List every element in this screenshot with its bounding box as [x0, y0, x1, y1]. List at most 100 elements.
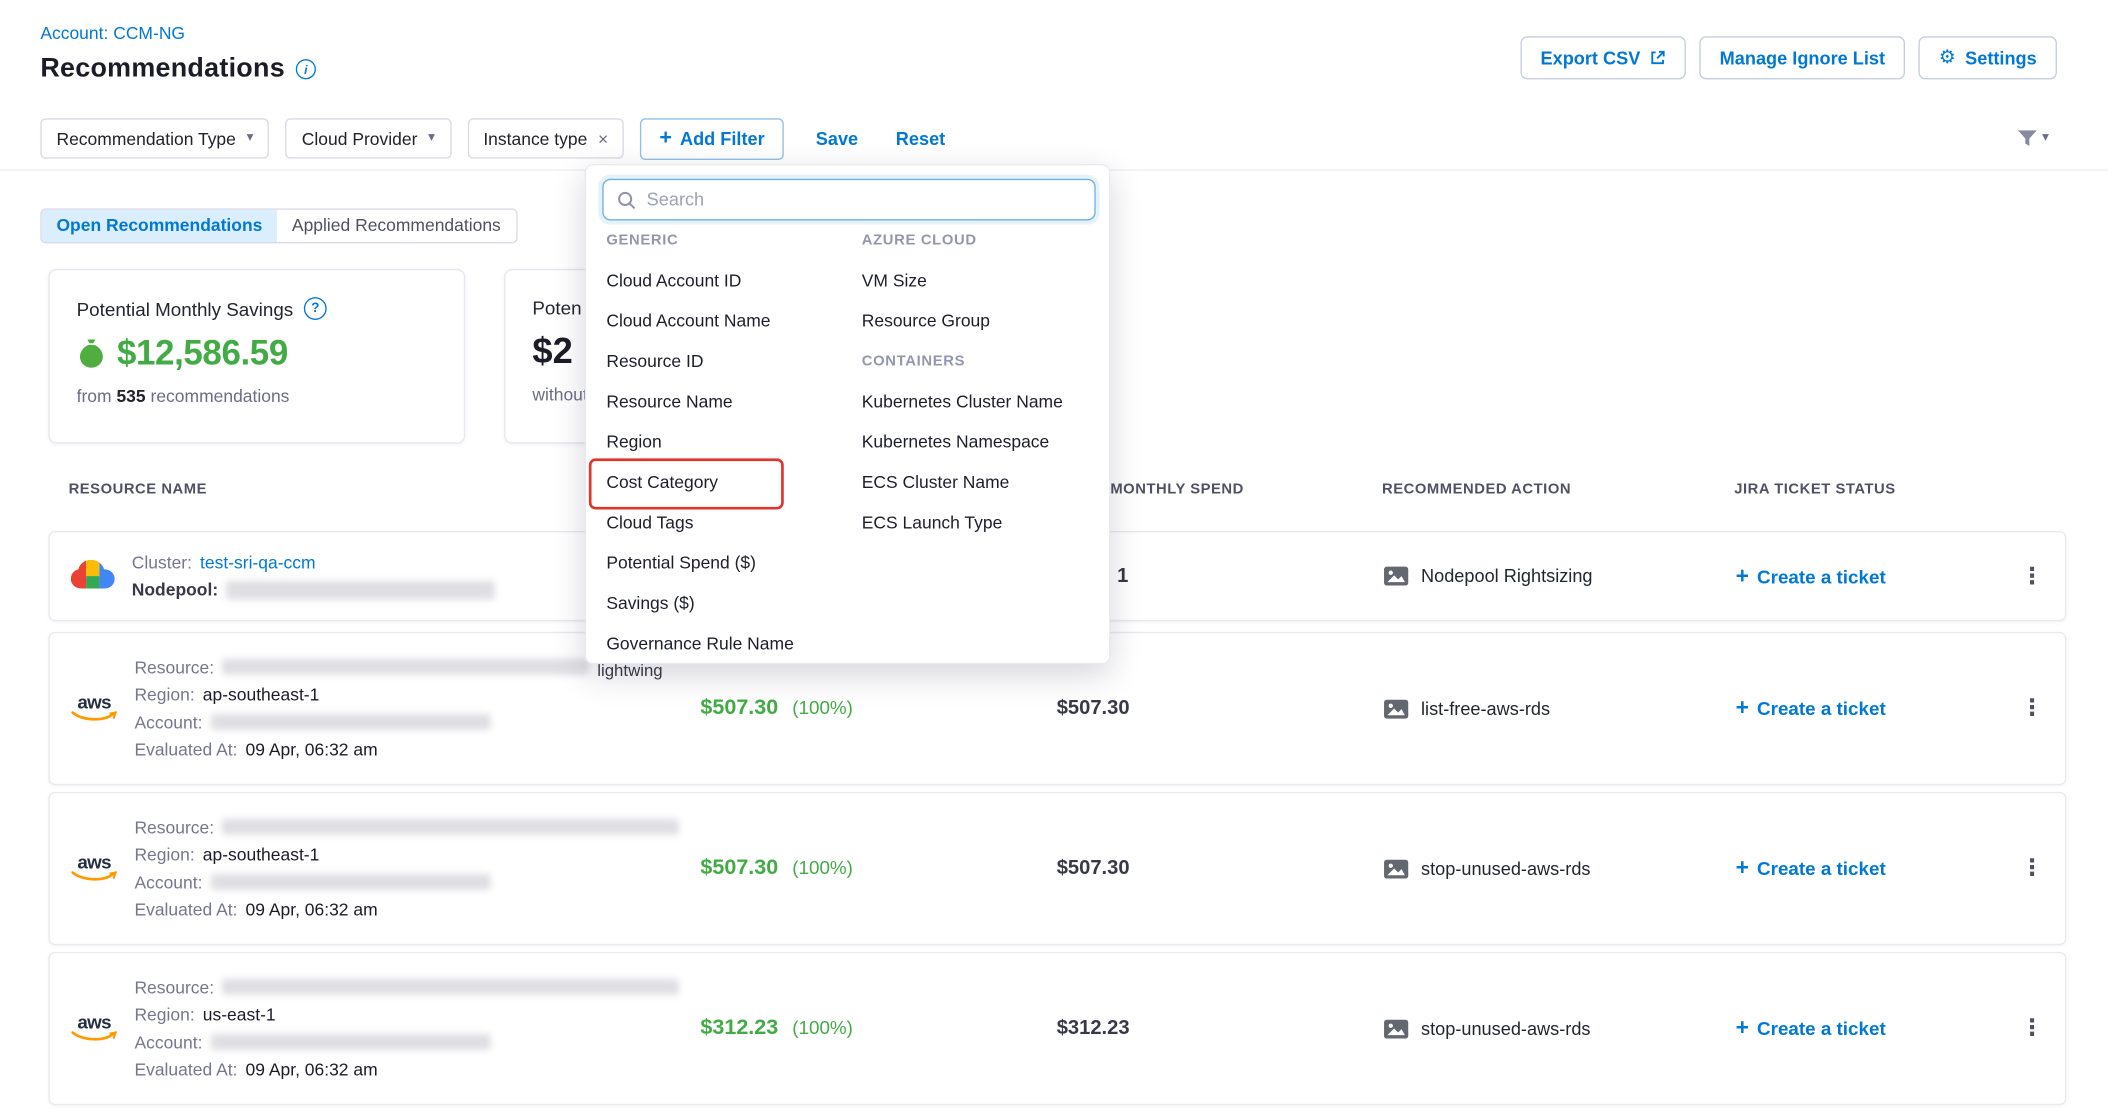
- region-value: us-east-1: [203, 1005, 276, 1025]
- filter-option-kubernetes-namespace[interactable]: Kubernetes Namespace: [862, 422, 1104, 462]
- evaluated-at-label: Evaluated At:: [134, 740, 237, 760]
- filter-option-governance-rule-name[interactable]: Governance Rule Name: [606, 624, 861, 664]
- spend-value: $507.30: [1057, 696, 1130, 719]
- savings-percent: (100%): [792, 856, 853, 878]
- create-ticket-button[interactable]: + Create a ticket: [1736, 695, 2005, 722]
- filter-section-azure-cloud: AZURE CLOUD: [862, 220, 1104, 260]
- filter-option-cloud-tags[interactable]: Cloud Tags: [606, 503, 861, 543]
- aws-icon: aws: [70, 854, 118, 884]
- filter-option-region[interactable]: Region: [606, 422, 861, 462]
- filter-section-containers: CONTAINERS: [862, 341, 1104, 381]
- settings-button[interactable]: ⚙ Settings: [1919, 36, 2057, 79]
- chevron-down-icon: ▾: [247, 132, 254, 145]
- savings-percent: (100%): [792, 1016, 853, 1038]
- spend-value-fragment: 1: [1117, 564, 1128, 587]
- chip-label: Cloud Provider: [302, 128, 418, 148]
- export-csv-label: Export CSV: [1540, 48, 1640, 68]
- plus-icon: +: [1736, 563, 1749, 590]
- row-menu-icon[interactable]: ⋮: [2021, 855, 2044, 882]
- filter-chip-recommendation-type[interactable]: Recommendation Type ▾: [40, 118, 269, 158]
- redacted-value: [222, 979, 679, 995]
- account-label: Account:: [134, 1032, 202, 1052]
- account-label: Account:: [134, 712, 202, 732]
- money-bag-icon: [77, 337, 107, 369]
- filter-option-cloud-account-id[interactable]: Cloud Account ID: [606, 261, 861, 301]
- manage-ignore-list-button[interactable]: Manage Ignore List: [1699, 36, 1905, 79]
- create-ticket-button[interactable]: + Create a ticket: [1736, 855, 2005, 882]
- search-input[interactable]: [647, 190, 1081, 210]
- create-ticket-label: Create a ticket: [1757, 858, 1886, 880]
- header-actions: Export CSV Manage Ignore List ⚙ Settings: [1520, 36, 2057, 79]
- spend-value: $312.23: [1057, 1016, 1130, 1039]
- redacted-value: [222, 819, 679, 835]
- filter-panel-toggle[interactable]: ▾: [2017, 129, 2049, 148]
- redacted-value: [211, 714, 491, 730]
- savings-value: $312.23: [700, 1016, 778, 1039]
- create-ticket-label: Create a ticket: [1757, 698, 1886, 720]
- filter-option-cloud-account-name[interactable]: Cloud Account Name: [606, 301, 861, 341]
- filter-option-cost-category[interactable]: Cost Category: [606, 462, 861, 502]
- chip-label: Recommendation Type: [56, 128, 235, 148]
- action-image-icon: [1383, 1018, 1409, 1038]
- search-box[interactable]: [602, 179, 1095, 221]
- row-menu-icon[interactable]: ⋮: [2021, 1015, 2044, 1042]
- help-icon[interactable]: ?: [304, 297, 327, 320]
- plus-icon: +: [1736, 695, 1749, 722]
- col-header-jira-ticket-status: JIRA TICKET STATUS: [1714, 481, 2003, 497]
- reset-filter-button[interactable]: Reset: [896, 128, 945, 148]
- spend-card-title: Poten: [532, 297, 581, 319]
- recommendations-tabs: Open Recommendations Applied Recommendat…: [40, 208, 517, 243]
- savings-value: $507.30: [700, 696, 778, 719]
- evaluated-at-value: 09 Apr, 06:32 am: [246, 900, 378, 920]
- region-value: ap-southeast-1: [203, 845, 320, 865]
- filter-chip-cloud-provider[interactable]: Cloud Provider ▾: [286, 118, 451, 158]
- filter-option-potential-spend[interactable]: Potential Spend ($): [606, 543, 861, 583]
- filter-option-savings[interactable]: Savings ($): [606, 583, 861, 623]
- page-title-row: Recommendations i: [40, 54, 316, 85]
- table-row[interactable]: aws Resource: Region: ap-southeast-1 Acc…: [48, 792, 2066, 945]
- filter-option-vm-size[interactable]: VM Size: [862, 261, 1104, 301]
- redacted-value: [211, 1034, 491, 1050]
- plus-icon: +: [659, 126, 672, 150]
- save-filter-button[interactable]: Save: [816, 128, 858, 148]
- plus-icon: +: [1736, 855, 1749, 882]
- create-ticket-button[interactable]: + Create a ticket: [1736, 563, 2005, 590]
- create-ticket-label: Create a ticket: [1757, 565, 1886, 587]
- cluster-label: Cluster:: [132, 552, 192, 572]
- export-csv-button[interactable]: Export CSV: [1520, 36, 1686, 79]
- add-filter-label: Add Filter: [680, 128, 765, 148]
- account-breadcrumb-link[interactable]: Account: CCM-NG: [40, 23, 185, 43]
- filter-option-resource-group[interactable]: Resource Group: [862, 301, 1104, 341]
- savings-percent: (100%): [792, 696, 853, 718]
- nodepool-label: Nodepool:: [132, 580, 218, 600]
- recommendations-page: Account: CCM-NG Recommendations i Export…: [0, 0, 2108, 1114]
- row-menu-icon[interactable]: ⋮: [2021, 563, 2044, 590]
- evaluated-at-value: 09 Apr, 06:32 am: [246, 1060, 378, 1080]
- filter-option-resource-id[interactable]: Resource ID: [606, 341, 861, 381]
- resource-name-tail: lightwing: [597, 662, 662, 681]
- manage-ignore-list-label: Manage Ignore List: [1720, 48, 1885, 68]
- add-filter-button[interactable]: + Add Filter: [641, 118, 784, 160]
- external-link-icon: [1650, 50, 1666, 66]
- row-menu-icon[interactable]: ⋮: [2021, 695, 2044, 722]
- info-icon: i: [296, 59, 316, 79]
- filter-chip-instance-type[interactable]: Instance type ×: [467, 118, 624, 158]
- close-icon[interactable]: ×: [598, 130, 608, 147]
- search-icon: [617, 190, 636, 209]
- spend-value: $507.30: [1057, 856, 1130, 879]
- cluster-name-link[interactable]: test-sri-qa-ccm: [200, 552, 316, 572]
- filter-option-kubernetes-cluster-name[interactable]: Kubernetes Cluster Name: [862, 382, 1104, 422]
- savings-card-title: Potential Monthly Savings: [77, 298, 294, 320]
- table-row[interactable]: aws Resource: Region: us-east-1 Account:…: [48, 952, 2066, 1105]
- filter-option-resource-name[interactable]: Resource Name: [606, 382, 861, 422]
- region-label: Region:: [134, 1005, 194, 1025]
- filter-option-ecs-launch-type[interactable]: ECS Launch Type: [862, 503, 1104, 543]
- tab-open-recommendations[interactable]: Open Recommendations: [42, 210, 277, 242]
- gear-icon: ⚙: [1939, 48, 1956, 67]
- filter-option-ecs-cluster-name[interactable]: ECS Cluster Name: [862, 462, 1104, 502]
- chevron-down-icon: ▾: [428, 132, 435, 145]
- recommended-action-text: Nodepool Rightsizing: [1421, 566, 1593, 586]
- create-ticket-button[interactable]: + Create a ticket: [1736, 1015, 2005, 1042]
- filter-section-generic: GENERIC: [606, 220, 861, 260]
- tab-applied-recommendations[interactable]: Applied Recommendations: [277, 210, 515, 242]
